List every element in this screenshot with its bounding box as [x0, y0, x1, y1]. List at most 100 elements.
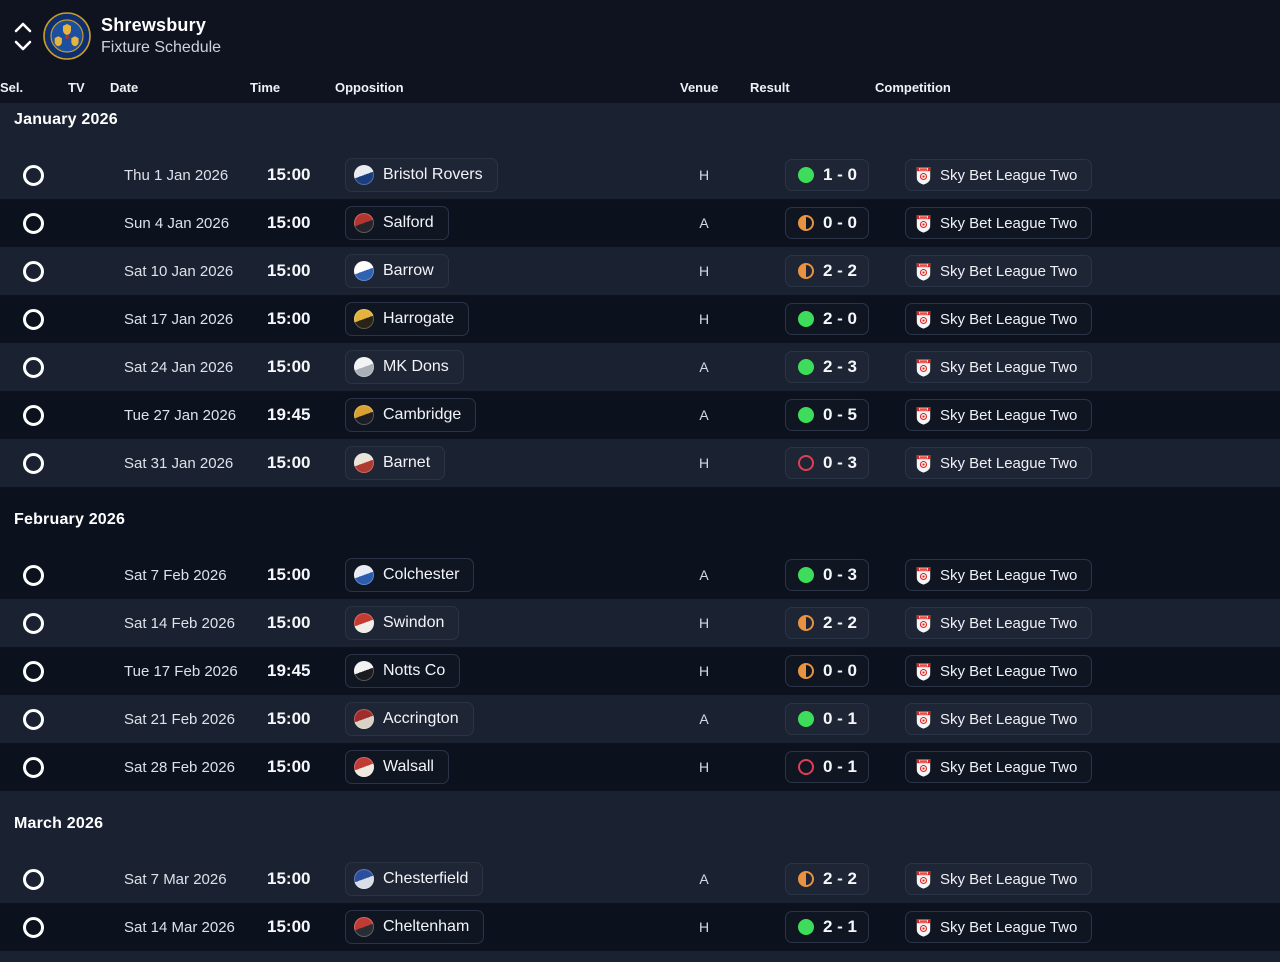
competition-button[interactable]: Sky Bet League Two: [905, 863, 1093, 895]
competition-button[interactable]: Sky Bet League Two: [905, 351, 1093, 383]
opponent-button[interactable]: Chesterfield: [345, 862, 484, 896]
column-header-opposition[interactable]: Opposition: [335, 80, 680, 95]
result-button[interactable]: 0 - 1: [785, 751, 869, 783]
club-badge-icon: [354, 757, 374, 777]
opponent-button[interactable]: Salford: [345, 206, 449, 240]
select-fixture-radio[interactable]: [23, 452, 44, 474]
result-button[interactable]: 2 - 3: [785, 351, 869, 383]
competition-button[interactable]: Sky Bet League Two: [905, 911, 1093, 943]
select-fixture-radio[interactable]: [23, 660, 44, 682]
result-button[interactable]: 0 - 1: [785, 703, 869, 735]
result-button[interactable]: 0 - 5: [785, 399, 869, 431]
column-header-tv[interactable]: TV: [68, 80, 110, 95]
fixture-row[interactable]: Sun 4 Jan 2026 15:00 Salford A 0 - 0 Sky…: [0, 199, 1280, 247]
column-header-time[interactable]: Time: [250, 80, 335, 95]
result-button[interactable]: 2 - 2: [785, 255, 869, 287]
fixture-row[interactable]: Sat 14 Mar 2026 15:00 Cheltenham H 2 - 1: [0, 903, 1280, 951]
club-badge-icon: [354, 405, 374, 425]
select-fixture-radio[interactable]: [23, 404, 44, 426]
result-cell: 0 - 3: [750, 559, 875, 591]
competition-button[interactable]: Sky Bet League Two: [905, 207, 1093, 239]
result-button[interactable]: 1 - 0: [785, 159, 869, 191]
page-title: Shrewsbury: [101, 15, 207, 35]
opponent-name: Accrington: [383, 710, 459, 727]
fixture-row[interactable]: Sat 24 Jan 2026 15:00 MK Dons A 2 - 3 Sk…: [0, 343, 1280, 391]
fixture-row[interactable]: Sat 14 Feb 2026 15:00 Swindon H 2 - 2 Sk…: [0, 599, 1280, 647]
result-button[interactable]: 2 - 2: [785, 607, 869, 639]
opponent-button[interactable]: Cambridge: [345, 398, 477, 432]
opponent-button[interactable]: Harrogate: [345, 302, 470, 336]
select-fixture-radio[interactable]: [23, 708, 44, 730]
opponent-button[interactable]: MK Dons: [345, 350, 464, 384]
month-section: January 2026 Thu 1 Jan 2026 15:00 Bristo…: [0, 103, 1280, 487]
opponent-button[interactable]: Notts Co: [345, 654, 461, 688]
competition-button[interactable]: Sky Bet League Two: [905, 559, 1093, 591]
competition-button[interactable]: Sky Bet League Two: [905, 303, 1093, 335]
competition-button[interactable]: Sky Bet League Two: [905, 255, 1093, 287]
fixture-row[interactable]: Sat 28 Feb 2026 15:00 Walsall H 0 - 1 Sk…: [0, 743, 1280, 791]
month-section: March 2026 Sat 7 Mar 2026 15:00 Chesterf…: [0, 791, 1280, 951]
fixture-row[interactable]: Thu 1 Jan 2026 15:00 Bristol Rovers H 1 …: [0, 151, 1280, 199]
competition-button[interactable]: Sky Bet League Two: [905, 607, 1093, 639]
result-indicator-icon: [798, 167, 814, 183]
opponent-button[interactable]: Swindon: [345, 606, 460, 640]
result-button[interactable]: 0 - 0: [785, 655, 869, 687]
competition-button[interactable]: Sky Bet League Two: [905, 159, 1093, 191]
select-fixture-radio[interactable]: [23, 260, 44, 282]
fixture-venue: H: [698, 263, 710, 279]
scroll-down-button[interactable]: [14, 40, 32, 51]
result-button[interactable]: 2 - 1: [785, 911, 869, 943]
opponent-button[interactable]: Accrington: [345, 702, 474, 736]
opponent-button[interactable]: Bristol Rovers: [345, 158, 498, 192]
competition-button[interactable]: Sky Bet League Two: [905, 399, 1093, 431]
competition-button[interactable]: Sky Bet League Two: [905, 655, 1093, 687]
opposition-cell: Chesterfield: [335, 862, 680, 896]
opponent-button[interactable]: Barrow: [345, 254, 449, 288]
result-button[interactable]: 0 - 0: [785, 207, 869, 239]
sel-cell: [0, 356, 68, 378]
column-header-date[interactable]: Date: [110, 80, 250, 95]
result-indicator-icon: [798, 711, 814, 727]
opponent-button[interactable]: Walsall: [345, 750, 449, 784]
result-button[interactable]: 0 - 3: [785, 559, 869, 591]
select-fixture-radio[interactable]: [23, 868, 44, 890]
sel-cell: [0, 404, 68, 426]
opponent-button[interactable]: Barnet: [345, 446, 446, 480]
fixture-row[interactable]: Sat 7 Feb 2026 15:00 Colchester A 0 - 3: [0, 551, 1280, 599]
column-header-sel[interactable]: Sel.: [0, 80, 68, 95]
result-score: 2 - 0: [823, 309, 858, 328]
opponent-name: Salford: [383, 214, 434, 231]
competition-name: Sky Bet League Two: [940, 662, 1078, 680]
fixture-venue: A: [699, 871, 709, 887]
column-header-result[interactable]: Result: [750, 80, 875, 95]
competition-button[interactable]: Sky Bet League Two: [905, 751, 1093, 783]
result-indicator-icon: [798, 615, 814, 631]
select-fixture-radio[interactable]: [23, 916, 44, 938]
select-fixture-radio[interactable]: [23, 356, 44, 378]
select-fixture-radio[interactable]: [23, 564, 44, 586]
result-button[interactable]: 2 - 0: [785, 303, 869, 335]
opponent-button[interactable]: Cheltenham: [345, 910, 485, 944]
select-fixture-radio[interactable]: [23, 164, 44, 186]
select-fixture-radio[interactable]: [23, 756, 44, 778]
fixture-row[interactable]: Tue 17 Feb 2026 19:45 Notts Co H 0 - 0 S…: [0, 647, 1280, 695]
fixture-row[interactable]: Sat 21 Feb 2026 15:00 Accrington A 0 - 1: [0, 695, 1280, 743]
fixture-row[interactable]: Sat 31 Jan 2026 15:00 Barnet H 0 - 3 Sky…: [0, 439, 1280, 487]
select-fixture-radio[interactable]: [23, 308, 44, 330]
fixture-date: Sat 7 Mar 2026: [124, 870, 227, 888]
result-button[interactable]: 0 - 3: [785, 447, 869, 479]
column-header-competition[interactable]: Competition: [875, 80, 1280, 95]
competition-button[interactable]: Sky Bet League Two: [905, 447, 1093, 479]
fixture-row[interactable]: Sat 17 Jan 2026 15:00 Harrogate H 2 - 0: [0, 295, 1280, 343]
competition-button[interactable]: Sky Bet League Two: [905, 703, 1093, 735]
column-header-venue[interactable]: Venue: [680, 80, 750, 95]
result-button[interactable]: 2 - 2: [785, 863, 869, 895]
fixture-row[interactable]: Tue 27 Jan 2026 19:45 Cambridge A 0 - 5: [0, 391, 1280, 439]
result-cell: 2 - 2: [750, 255, 875, 287]
fixture-row[interactable]: Sat 7 Mar 2026 15:00 Chesterfield A 2 - …: [0, 855, 1280, 903]
select-fixture-radio[interactable]: [23, 212, 44, 234]
fixture-row[interactable]: Sat 10 Jan 2026 15:00 Barrow H 2 - 2 Sky…: [0, 247, 1280, 295]
opponent-button[interactable]: Colchester: [345, 558, 475, 592]
scroll-up-button[interactable]: [14, 22, 32, 33]
select-fixture-radio[interactable]: [23, 612, 44, 634]
